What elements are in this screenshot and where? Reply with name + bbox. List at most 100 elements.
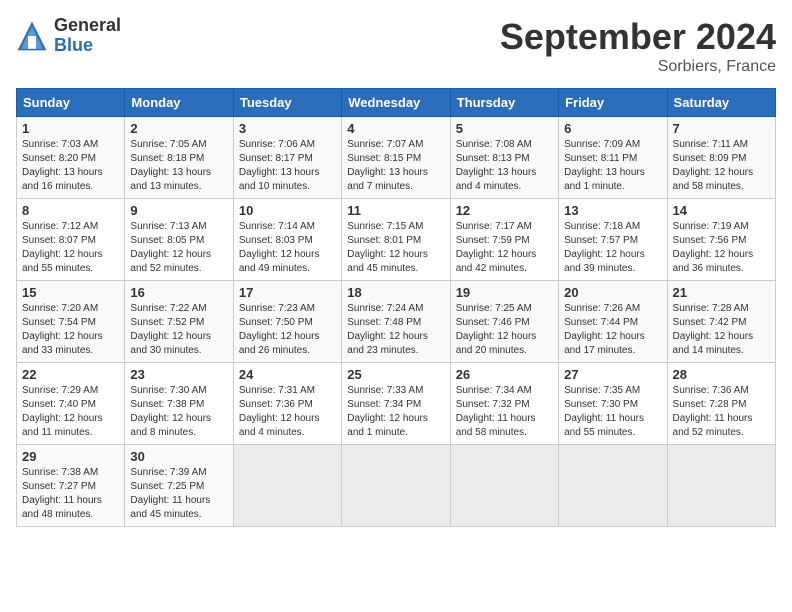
calendar-cell: 9 Sunrise: 7:13 AMSunset: 8:05 PMDaylight… [125, 199, 233, 281]
day-header-tuesday: Tuesday [233, 89, 341, 117]
day-info: Sunrise: 7:14 AMSunset: 8:03 PMDaylight:… [239, 220, 336, 276]
calendar-cell: 21 Sunrise: 7:28 AMSunset: 7:42 PMDayligh… [667, 281, 775, 363]
calendar-cell: 11 Sunrise: 7:15 AMSunset: 8:01 PMDayligh… [342, 199, 450, 281]
calendar-cell: 23Sunrise: 7:30 AMSunset: 7:38 PMDayligh… [125, 363, 233, 445]
day-number: 5 [456, 121, 553, 136]
day-info: Sunrise: 7:25 AMSunset: 7:46 PMDaylight:… [456, 302, 553, 358]
day-number: 11 [347, 203, 444, 218]
day-number: 27 [564, 367, 661, 382]
calendar-cell: 28Sunrise: 7:36 AMSunset: 7:28 PMDayligh… [667, 363, 775, 445]
day-info: Sunrise: 7:38 AMSunset: 7:27 PMDaylight:… [22, 466, 119, 522]
calendar-cell: 19 Sunrise: 7:25 AMSunset: 7:46 PMDayligh… [450, 281, 558, 363]
calendar-week-row: 15Sunrise: 7:20 AMSunset: 7:54 PMDayligh… [17, 281, 776, 363]
day-info: Sunrise: 7:29 AMSunset: 7:40 PMDaylight:… [22, 384, 119, 440]
logo-general: General [54, 16, 121, 36]
calendar-cell: 18Sunrise: 7:24 AMSunset: 7:48 PMDayligh… [342, 281, 450, 363]
calendar-cell [559, 445, 667, 527]
day-number: 16 [130, 285, 227, 300]
day-info: Sunrise: 7:22 AMSunset: 7:52 PMDaylight:… [130, 302, 227, 358]
calendar-cell: 17 Sunrise: 7:23 AMSunset: 7:50 PMDayligh… [233, 281, 341, 363]
day-info: Sunrise: 7:23 AMSunset: 7:50 PMDaylight:… [239, 302, 336, 358]
logo: General Blue [16, 16, 121, 56]
calendar-cell: 13 Sunrise: 7:18 AMSunset: 7:57 PMDayligh… [559, 199, 667, 281]
day-number: 2 [130, 121, 227, 136]
day-number: 9 [130, 203, 227, 218]
day-number: 28 [673, 367, 770, 382]
day-header-wednesday: Wednesday [342, 89, 450, 117]
day-number: 3 [239, 121, 336, 136]
logo-blue: Blue [54, 36, 121, 56]
day-info: Sunrise: 7:12 AMSunset: 8:07 PMDaylight:… [22, 220, 119, 276]
day-info: Sunrise: 7:28 AMSunset: 7:42 PMDaylight:… [673, 302, 770, 358]
calendar-cell: 4Sunrise: 7:07 AMSunset: 8:15 PMDaylight… [342, 117, 450, 199]
calendar-cell: 8 Sunrise: 7:12 AMSunset: 8:07 PMDaylight… [17, 199, 125, 281]
day-info: Sunrise: 7:26 AMSunset: 7:44 PMDaylight:… [564, 302, 661, 358]
day-header-friday: Friday [559, 89, 667, 117]
day-number: 8 [22, 203, 119, 218]
day-info: Sunrise: 7:06 AMSunset: 8:17 PMDaylight:… [239, 138, 336, 194]
day-info: Sunrise: 7:33 AMSunset: 7:34 PMDaylight:… [347, 384, 444, 440]
day-number: 30 [130, 449, 227, 464]
day-info: Sunrise: 7:19 AMSunset: 7:56 PMDaylight:… [673, 220, 770, 276]
day-number: 22 [22, 367, 119, 382]
calendar-week-row: 22 Sunrise: 7:29 AMSunset: 7:40 PMDayligh… [17, 363, 776, 445]
day-header-thursday: Thursday [450, 89, 558, 117]
day-number: 12 [456, 203, 553, 218]
day-info: Sunrise: 7:13 AMSunset: 8:05 PMDaylight:… [130, 220, 227, 276]
day-info: Sunrise: 7:11 AMSunset: 8:09 PMDaylight:… [673, 138, 770, 194]
calendar-cell: 30 Sunrise: 7:39 AMSunset: 7:25 PMDayligh… [125, 445, 233, 527]
day-number: 23 [130, 367, 227, 382]
day-number: 7 [673, 121, 770, 136]
calendar-cell: 24Sunrise: 7:31 AMSunset: 7:36 PMDayligh… [233, 363, 341, 445]
day-info: Sunrise: 7:05 AMSunset: 8:18 PMDaylight:… [130, 138, 227, 194]
day-number: 19 [456, 285, 553, 300]
calendar-header-row: SundayMondayTuesdayWednesdayThursdayFrid… [17, 89, 776, 117]
calendar-cell: 16 Sunrise: 7:22 AMSunset: 7:52 PMDayligh… [125, 281, 233, 363]
day-number: 13 [564, 203, 661, 218]
day-info: Sunrise: 7:08 AMSunset: 8:13 PMDaylight:… [456, 138, 553, 194]
day-header-sunday: Sunday [17, 89, 125, 117]
title-section: September 2024 Sorbiers, France [500, 16, 776, 76]
calendar-cell: 2 Sunrise: 7:05 AMSunset: 8:18 PMDaylight… [125, 117, 233, 199]
calendar-cell: 3 Sunrise: 7:06 AMSunset: 8:17 PMDaylight… [233, 117, 341, 199]
logo-text: General Blue [54, 16, 121, 56]
location-label: Sorbiers, France [500, 58, 776, 76]
month-year-title: September 2024 [500, 16, 776, 58]
day-number: 15 [22, 285, 119, 300]
day-header-monday: Monday [125, 89, 233, 117]
day-number: 4 [347, 121, 444, 136]
day-info: Sunrise: 7:15 AMSunset: 8:01 PMDaylight:… [347, 220, 444, 276]
calendar-cell: 22 Sunrise: 7:29 AMSunset: 7:40 PMDayligh… [17, 363, 125, 445]
day-number: 26 [456, 367, 553, 382]
day-number: 24 [239, 367, 336, 382]
day-number: 6 [564, 121, 661, 136]
day-info: Sunrise: 7:09 AMSunset: 8:11 PMDaylight:… [564, 138, 661, 194]
calendar-cell: 15Sunrise: 7:20 AMSunset: 7:54 PMDayligh… [17, 281, 125, 363]
day-info: Sunrise: 7:34 AMSunset: 7:32 PMDaylight:… [456, 384, 553, 440]
calendar-cell: 27 Sunrise: 7:35 AMSunset: 7:30 PMDayligh… [559, 363, 667, 445]
day-number: 18 [347, 285, 444, 300]
calendar-cell: 14 Sunrise: 7:19 AMSunset: 7:56 PMDayligh… [667, 199, 775, 281]
day-number: 1 [22, 121, 119, 136]
day-info: Sunrise: 7:17 AMSunset: 7:59 PMDaylight:… [456, 220, 553, 276]
calendar-cell: 29 Sunrise: 7:38 AMSunset: 7:27 PMDayligh… [17, 445, 125, 527]
calendar-cell: 12 Sunrise: 7:17 AMSunset: 7:59 PMDayligh… [450, 199, 558, 281]
day-number: 10 [239, 203, 336, 218]
day-info: Sunrise: 7:35 AMSunset: 7:30 PMDaylight:… [564, 384, 661, 440]
day-number: 29 [22, 449, 119, 464]
calendar-week-row: 8 Sunrise: 7:12 AMSunset: 8:07 PMDaylight… [17, 199, 776, 281]
day-info: Sunrise: 7:18 AMSunset: 7:57 PMDaylight:… [564, 220, 661, 276]
calendar-cell: 25Sunrise: 7:33 AMSunset: 7:34 PMDayligh… [342, 363, 450, 445]
calendar-cell: 20Sunrise: 7:26 AMSunset: 7:44 PMDayligh… [559, 281, 667, 363]
day-number: 14 [673, 203, 770, 218]
day-number: 21 [673, 285, 770, 300]
day-info: Sunrise: 7:39 AMSunset: 7:25 PMDaylight:… [130, 466, 227, 522]
calendar-cell: 6 Sunrise: 7:09 AMSunset: 8:11 PMDaylight… [559, 117, 667, 199]
calendar-week-row: 1Sunrise: 7:03 AMSunset: 8:20 PMDaylight… [17, 117, 776, 199]
calendar-week-row: 29 Sunrise: 7:38 AMSunset: 7:27 PMDayligh… [17, 445, 776, 527]
day-number: 17 [239, 285, 336, 300]
calendar-cell: 1Sunrise: 7:03 AMSunset: 8:20 PMDaylight… [17, 117, 125, 199]
calendar-cell [667, 445, 775, 527]
logo-icon [16, 20, 48, 52]
calendar-table: SundayMondayTuesdayWednesdayThursdayFrid… [16, 88, 776, 527]
